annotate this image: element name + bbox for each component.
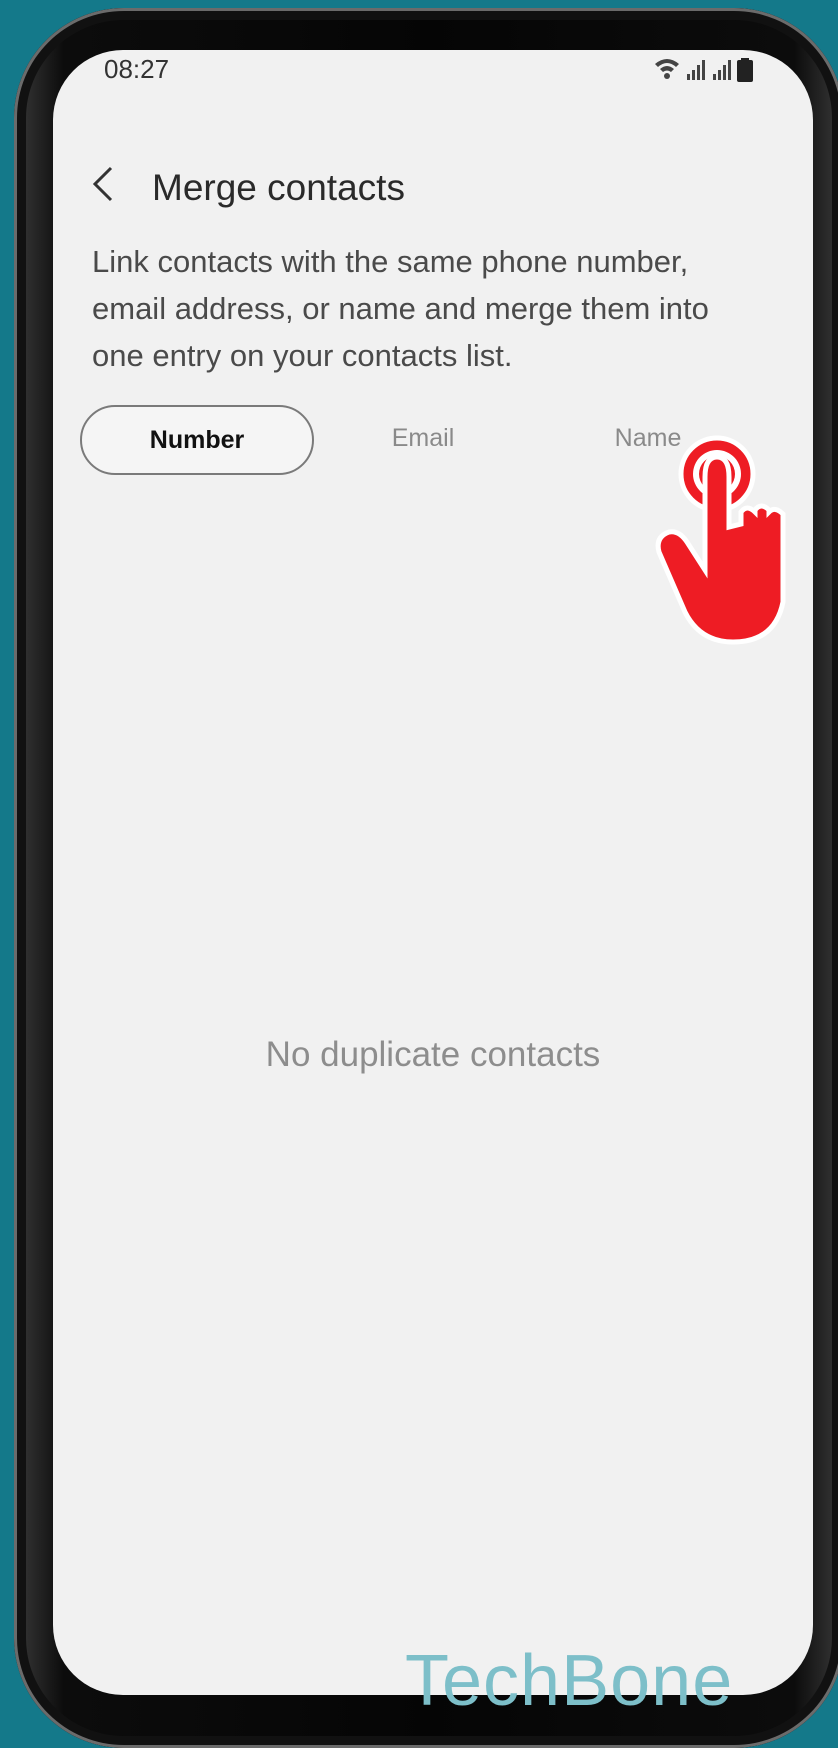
back-arrow-icon[interactable]: [83, 162, 123, 206]
page-title: Merge contacts: [152, 167, 405, 208]
phone-screen: 08:27 Merge contacts Link contacts with …: [53, 50, 813, 1695]
status-time: 08:27: [104, 54, 170, 84]
tap-hand-icon: [655, 435, 786, 645]
empty-state-message: No duplicate contacts: [265, 1035, 601, 1074]
tab-number[interactable]: Number: [80, 405, 314, 475]
tab-label: Number: [149, 425, 245, 454]
wifi-icon: [655, 59, 679, 79]
signal-icon: [713, 60, 731, 80]
app-header: Merge contacts: [53, 120, 813, 220]
tab-email[interactable]: Email: [333, 405, 513, 471]
battery-icon: [737, 58, 753, 82]
status-icons: [655, 58, 753, 82]
description-text: Link contacts with the same phone number…: [92, 244, 709, 373]
watermark-logo: TechBone: [405, 1641, 734, 1721]
signal-icon: [687, 60, 705, 80]
tab-label: Email: [391, 423, 455, 452]
